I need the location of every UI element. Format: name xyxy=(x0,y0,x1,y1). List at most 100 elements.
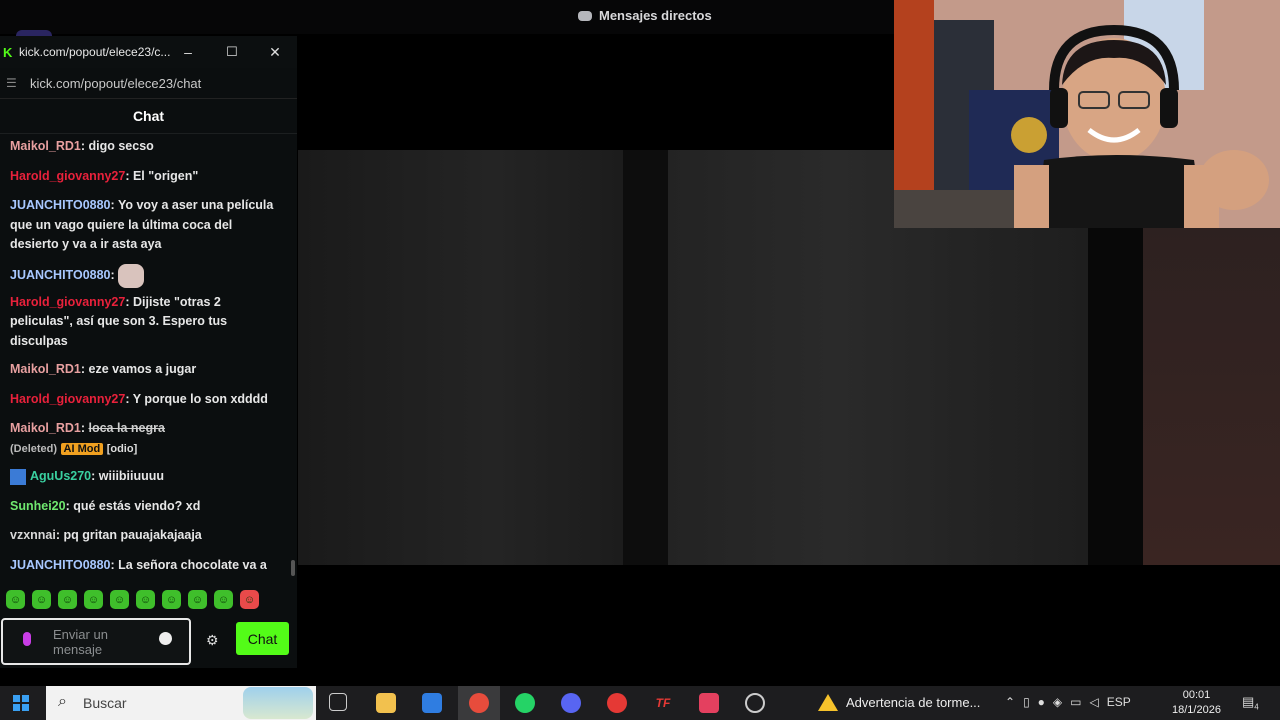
top-bar-title: Mensajes directos xyxy=(578,8,712,23)
emote-icon[interactable]: ☺ xyxy=(58,590,77,609)
chat-username[interactable]: Maikol_RD1 xyxy=(10,139,81,153)
site-settings-icon[interactable]: ☰ xyxy=(6,76,24,90)
chat-text-deleted: loca la negra xyxy=(88,421,165,435)
webcam-image xyxy=(894,0,1280,228)
kick-icon: K xyxy=(3,44,13,60)
webcam-overlay xyxy=(894,0,1280,228)
media-player-icon[interactable] xyxy=(607,693,627,713)
chat-message-deleted: Maikol_RD1: loca la negra (Deleted) AI M… xyxy=(10,421,165,455)
chat-text: Y porque lo son xdddd xyxy=(132,391,268,406)
emote-icon[interactable]: ☺ xyxy=(6,590,25,609)
tf-app-icon[interactable]: TF xyxy=(653,693,673,713)
windows-taskbar: ⌕ Buscar TF Advertencia de torme... ⌃ ▯ … xyxy=(0,686,1280,720)
chat-text: digo secso xyxy=(88,139,154,153)
chat-username[interactable]: Harold_giovanny27 xyxy=(10,392,125,406)
clock-time: 00:01 xyxy=(1182,689,1211,701)
close-button[interactable]: ✕ xyxy=(255,40,295,64)
chevron-up-icon[interactable]: ⌃ xyxy=(1005,695,1015,709)
search-placeholder: Buscar xyxy=(83,695,127,711)
emote-icon[interactable]: ☺ xyxy=(110,590,129,609)
chat-message: JUANCHITO0880: Yo voy a aser una películ… xyxy=(10,198,274,251)
chat-message: Maikol_RD1: digo secso xyxy=(10,139,154,153)
emoji-picker-icon[interactable] xyxy=(159,632,172,645)
chat-message: Harold_giovanny27: Dijiste "otras 2 peli… xyxy=(10,294,228,348)
chat-message: AguUs270: wiiibiiuuuu xyxy=(0,467,290,487)
window-title: kick.com/popout/elece23/c... xyxy=(19,45,171,59)
weather-text: Advertencia de torme... xyxy=(846,695,981,710)
emote-icon[interactable]: ☺ xyxy=(84,590,103,609)
deleted-label: (Deleted) xyxy=(10,442,58,455)
task-view-icon[interactable] xyxy=(329,693,347,711)
chat-text: wiiibiiuuuu xyxy=(98,469,165,483)
maximize-button[interactable]: ☐ xyxy=(212,40,252,64)
emote-icon[interactable]: ☺ xyxy=(214,590,233,609)
volume-icon[interactable]: ◁ xyxy=(1090,695,1099,709)
chat-username[interactable]: Maikol_RD1 xyxy=(10,421,81,435)
chat-message: vzxnnai: pq gritan pauajakajaaja xyxy=(10,528,202,542)
chat-message: JUANCHITO0880: La señora chocolate va a … xyxy=(0,556,290,575)
notification-center-icon[interactable]: ▤4 xyxy=(1242,694,1259,712)
chat-username[interactable]: Harold_giovanny27 xyxy=(10,295,125,309)
user-badge-icon xyxy=(10,468,26,485)
chat-text: pq gritan pauajakajaaja xyxy=(63,528,202,542)
microphone-tray-icon[interactable]: ● xyxy=(1038,695,1045,709)
chat-username[interactable]: vzxnnai xyxy=(10,528,56,542)
chat-input-placeholder: Enviar un mensaje xyxy=(53,627,108,657)
emote-icon[interactable]: ☺ xyxy=(188,590,207,609)
chat-message: Harold_giovanny27: Y porque lo son xdddd xyxy=(10,391,268,406)
chat-username[interactable]: JUANCHITO0880 xyxy=(10,266,111,286)
send-chat-button[interactable]: Chat xyxy=(236,622,289,655)
weather-widget[interactable]: Advertencia de torme... xyxy=(818,694,980,711)
whatsapp-icon[interactable] xyxy=(515,693,535,713)
obs-icon[interactable] xyxy=(745,693,765,713)
chat-username[interactable]: AguUs270 xyxy=(30,467,91,487)
chat-message: Maikol_RD1: eze vamos a jugar xyxy=(10,362,197,376)
chat-username[interactable]: Harold_giovanny27 xyxy=(10,169,125,183)
discord-icon xyxy=(578,10,592,21)
search-highlight-image xyxy=(243,687,313,719)
chat-input[interactable]: Enviar un mensaje xyxy=(1,618,191,665)
chat-username[interactable]: Maikol_RD1 xyxy=(10,362,81,376)
chat-text: eze vamos a jugar xyxy=(88,362,197,376)
quick-emote-bar: ☺ ☺ ☺ ☺ ☺ ☺ ☺ ☺ ☺ ☺ xyxy=(6,590,259,609)
chat-header: Chat xyxy=(0,99,297,134)
address-url: kick.com/popout/elece23/chat xyxy=(30,75,202,91)
ai-mod-badge: AI Mod xyxy=(60,442,104,455)
clock-date: 18/1/2026 xyxy=(1172,704,1221,716)
store-icon[interactable] xyxy=(422,693,442,713)
address-bar[interactable]: ☰ kick.com/popout/elece23/chat xyxy=(0,68,297,99)
system-tray: ⌃ ▯ ● ◈ ▭ ◁ ESP xyxy=(1005,695,1131,709)
cat-emote-icon xyxy=(118,263,145,288)
file-explorer-icon[interactable] xyxy=(376,693,396,713)
window-titlebar[interactable]: K kick.com/popout/elece23/c... – ☐ ✕ xyxy=(0,36,297,68)
chat-message: Harold_giovanny27: El "origen" xyxy=(10,168,199,183)
moderation-tag: [odio] xyxy=(106,442,138,455)
emote-icon[interactable]: ☺ xyxy=(136,590,155,609)
emote-icon[interactable]: ☺ xyxy=(240,590,259,609)
windows-start-icon[interactable] xyxy=(13,695,29,711)
security-icon[interactable]: ◈ xyxy=(1053,695,1062,709)
chat-text: El "origen" xyxy=(132,168,199,183)
tiktok-icon[interactable] xyxy=(699,693,719,713)
discord-taskbar-icon[interactable] xyxy=(561,693,581,713)
chat-username[interactable]: Sunhei20 xyxy=(10,499,66,513)
minimize-button[interactable]: – xyxy=(168,40,208,64)
network-icon[interactable]: ▭ xyxy=(1070,695,1081,709)
chat-messages: Maikol_RD1: digo secso Harold_giovanny27… xyxy=(0,134,290,574)
taskbar-search[interactable]: ⌕ Buscar xyxy=(46,686,316,720)
notification-count: 4 xyxy=(1254,702,1259,712)
warning-icon xyxy=(818,694,838,711)
emote-icon[interactable]: ☺ xyxy=(162,590,181,609)
chat-settings-icon[interactable]: ⚙ xyxy=(206,632,219,649)
chat-username[interactable]: JUANCHITO0880 xyxy=(10,558,111,572)
chat-scrollbar[interactable] xyxy=(291,560,295,576)
chat-popout-window: K kick.com/popout/elece23/c... – ☐ ✕ ☰ k… xyxy=(0,36,297,668)
chat-username[interactable]: JUANCHITO0880 xyxy=(10,198,111,212)
emote-icon[interactable]: ☺ xyxy=(32,590,51,609)
chat-text: qué estás viendo? xd xyxy=(73,498,201,513)
language-indicator[interactable]: ESP xyxy=(1107,695,1131,709)
device-icon[interactable]: ▯ xyxy=(1023,695,1030,709)
chrome-icon[interactable] xyxy=(469,693,489,713)
microphone-icon[interactable] xyxy=(23,632,31,646)
taskbar-clock[interactable]: 00:01 18/1/2026 xyxy=(1172,688,1221,718)
